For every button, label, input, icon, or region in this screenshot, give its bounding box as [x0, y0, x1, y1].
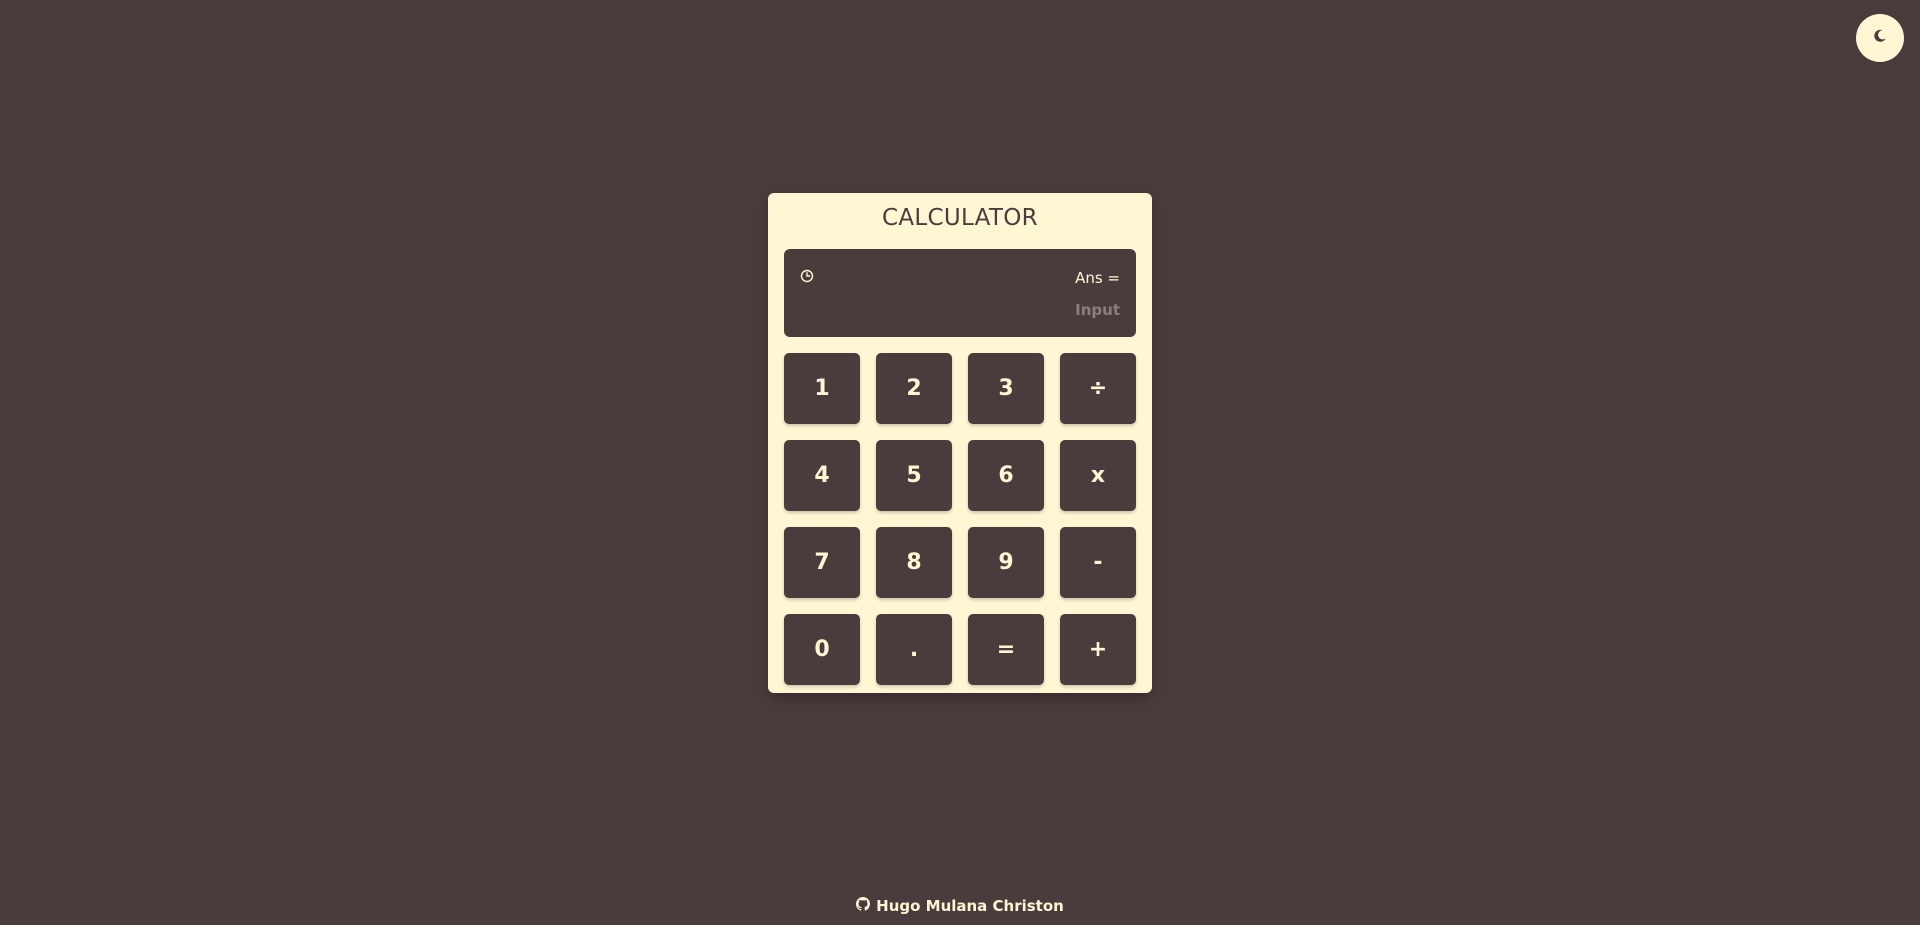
- history-button[interactable]: [798, 268, 816, 286]
- key-multiply[interactable]: x: [1060, 440, 1136, 511]
- input-field[interactable]: Input: [1075, 301, 1120, 319]
- key-add[interactable]: +: [1060, 614, 1136, 685]
- answer-label: Ans =: [1075, 269, 1120, 287]
- calculator-card: CALCULATOR Ans = Input 1 2 3 ÷ 4 5 6 x 7…: [768, 193, 1152, 693]
- key-2[interactable]: 2: [876, 353, 952, 424]
- key-1[interactable]: 1: [784, 353, 860, 424]
- key-7[interactable]: 7: [784, 527, 860, 598]
- key-subtract[interactable]: -: [1060, 527, 1136, 598]
- theme-toggle-button[interactable]: [1856, 14, 1904, 62]
- author-name: Hugo Mulana Christon: [876, 897, 1064, 915]
- key-5[interactable]: 5: [876, 440, 952, 511]
- key-8[interactable]: 8: [876, 527, 952, 598]
- key-equals[interactable]: =: [968, 614, 1044, 685]
- history-clock-icon: [800, 268, 814, 287]
- key-9[interactable]: 9: [968, 527, 1044, 598]
- author-link[interactable]: Hugo Mulana Christon: [856, 897, 1064, 915]
- footer: Hugo Mulana Christon: [0, 897, 1920, 915]
- key-divide[interactable]: ÷: [1060, 353, 1136, 424]
- calculator-display: Ans = Input: [784, 249, 1136, 337]
- calculator-title: CALCULATOR: [882, 205, 1038, 231]
- key-decimal[interactable]: .: [876, 614, 952, 685]
- github-icon: [856, 897, 871, 915]
- keypad: 1 2 3 ÷ 4 5 6 x 7 8 9 - 0 . = +: [784, 353, 1136, 685]
- moon-icon: [1872, 28, 1888, 48]
- key-6[interactable]: 6: [968, 440, 1044, 511]
- key-3[interactable]: 3: [968, 353, 1044, 424]
- key-4[interactable]: 4: [784, 440, 860, 511]
- key-0[interactable]: 0: [784, 614, 860, 685]
